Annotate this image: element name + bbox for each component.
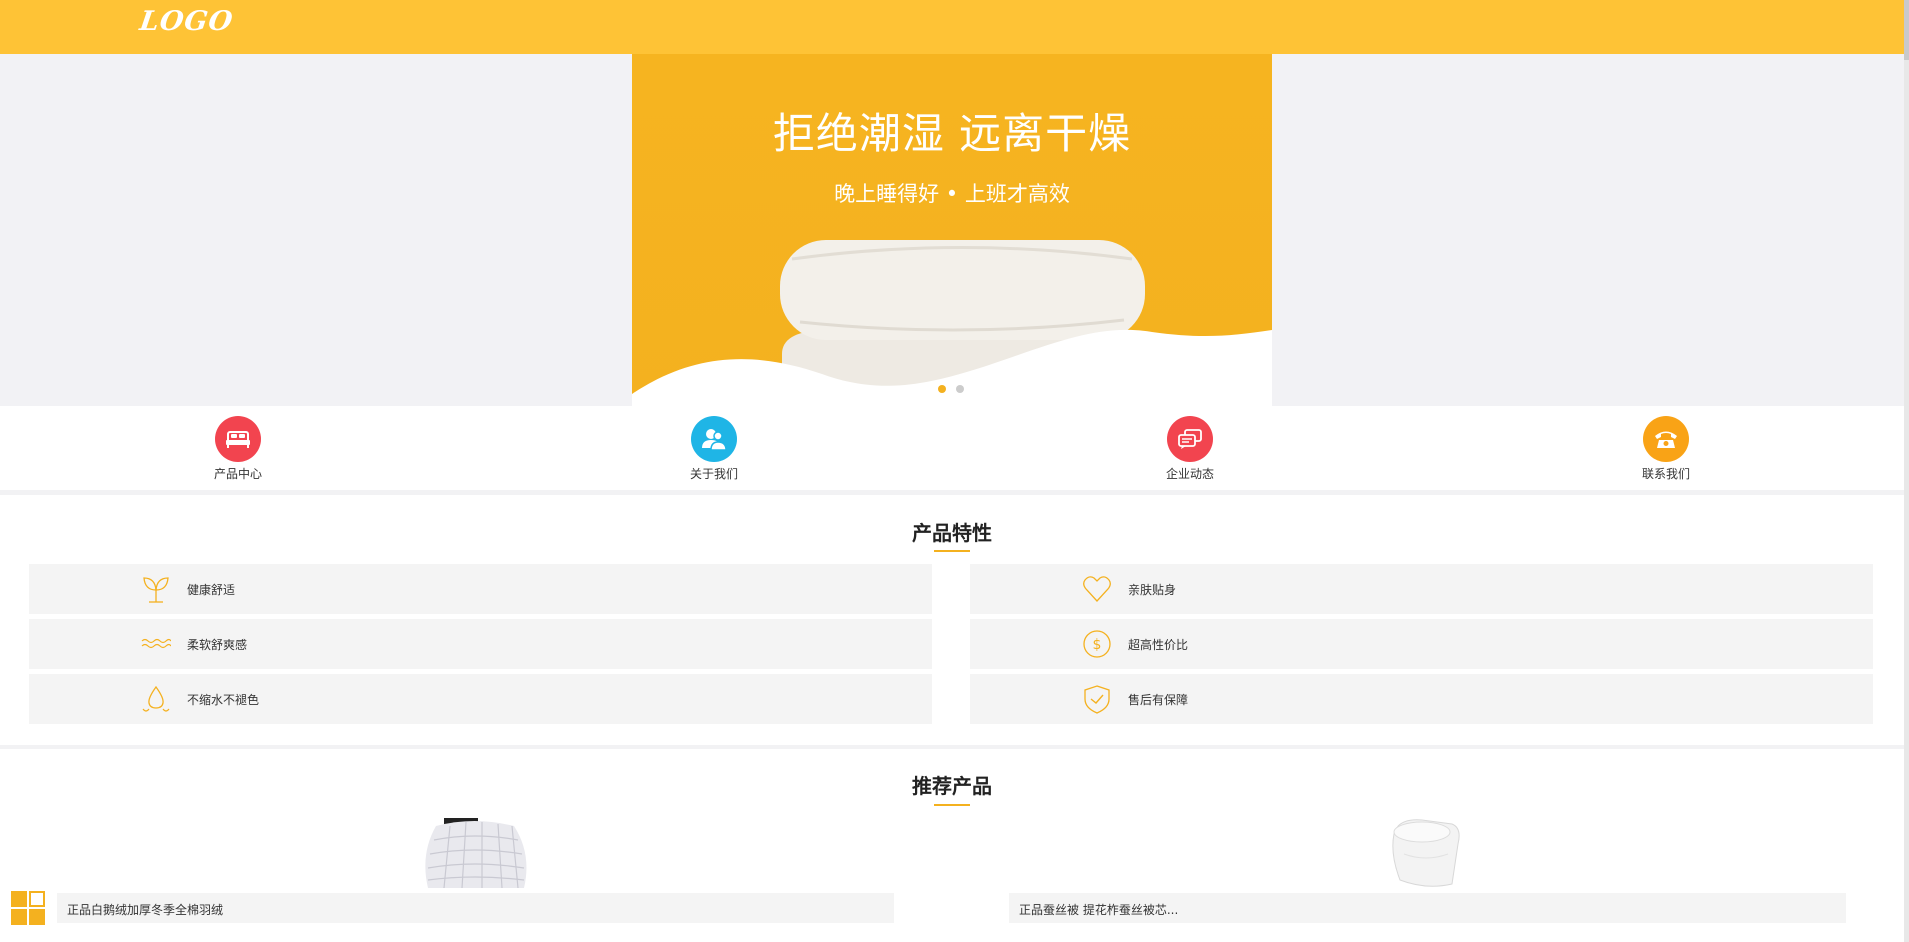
feature-label: 售后有保障 [1128, 693, 1189, 707]
nav-label: 产品中心 [213, 467, 262, 481]
banner-carousel[interactable]: 拒绝潮湿 远离干燥 晚上睡得好 • 上班才高效 [632, 54, 1272, 406]
product-name[interactable]: 正品蚕丝被 提花柞蚕丝被芯... [1009, 893, 1846, 923]
page: LOGO 拒绝潮湿 远离干燥 晚上睡得好 • 上班才高效 产品中心 关于我们 企… [0, 0, 1909, 942]
product-image-silk-quilt[interactable] [1386, 814, 1466, 890]
product-name[interactable]: 正品白鹅绒加厚冬季全棉羽绒 [57, 893, 894, 923]
heart-icon [1083, 576, 1111, 602]
feature-label: 柔软舒爽感 [187, 638, 248, 652]
waves-icon [141, 638, 171, 649]
dollar-icon: $ [1083, 630, 1111, 658]
nav-label: 联系我们 [1641, 467, 1690, 481]
feature-label: 不缩水不褪色 [187, 693, 260, 707]
chat-bubbles-icon [1167, 416, 1213, 462]
features-section: 产品特性 健康舒适 亲肤贴身 柔软舒爽感 $ 超高性价比 不缩水不褪色 售后有保… [0, 495, 1904, 745]
banner-title: 拒绝潮湿 远离干燥 [772, 109, 1132, 158]
features-title: 产品特性 [912, 521, 992, 545]
products-section: 推荐产品 正品白鹅绒加厚冬季全棉羽绒 正品蚕丝被 提花柞蚕丝被芯... [0, 749, 1904, 942]
carousel-dot-2[interactable] [956, 385, 964, 393]
feature-label: 亲肤贴身 [1128, 583, 1177, 597]
banner-subtitle: 晚上睡得好 • 上班才高效 [834, 182, 1070, 206]
feature-item: 亲肤贴身 [970, 564, 1873, 614]
feature-item: 售后有保障 [970, 674, 1873, 724]
feature-label: 超高性价比 [1128, 638, 1189, 652]
feature-item: 不缩水不褪色 [29, 674, 932, 724]
product-image-down-quilt[interactable] [414, 814, 536, 890]
nav-item-news[interactable]: 企业动态 [1130, 416, 1250, 482]
sprout-icon [143, 577, 169, 603]
title-underline [934, 550, 970, 552]
grid-menu-icon[interactable] [10, 890, 46, 926]
nav-label: 关于我们 [689, 467, 738, 481]
phone-icon [1643, 416, 1689, 462]
quick-nav: 产品中心 关于我们 企业动态 联系我们 [0, 406, 1904, 490]
top-header: LOGO [0, 0, 1904, 54]
nav-label: 企业动态 [1165, 467, 1214, 481]
water-drop-icon [142, 685, 170, 712]
carousel-dot-1[interactable] [938, 385, 946, 393]
feature-item: 柔软舒爽感 [29, 619, 932, 669]
title-underline [934, 804, 970, 806]
feature-item: $ 超高性价比 [970, 619, 1873, 669]
feature-item: 健康舒适 [29, 564, 932, 614]
products-title: 推荐产品 [912, 774, 992, 798]
svg-text:$: $ [1093, 637, 1102, 653]
feature-label: 健康舒适 [187, 583, 236, 597]
nav-item-about[interactable]: 关于我们 [654, 416, 774, 482]
nav-item-contact[interactable]: 联系我们 [1606, 416, 1726, 482]
bed-icon [215, 416, 261, 462]
page-scrollbar[interactable] [1904, 0, 1909, 942]
shield-check-icon [1084, 685, 1110, 714]
carousel-dots [938, 385, 964, 393]
nav-item-products[interactable]: 产品中心 [178, 416, 298, 482]
people-icon [691, 416, 737, 462]
scrollbar-thumb[interactable] [1904, 0, 1909, 60]
logo[interactable]: LOGO [138, 6, 235, 37]
